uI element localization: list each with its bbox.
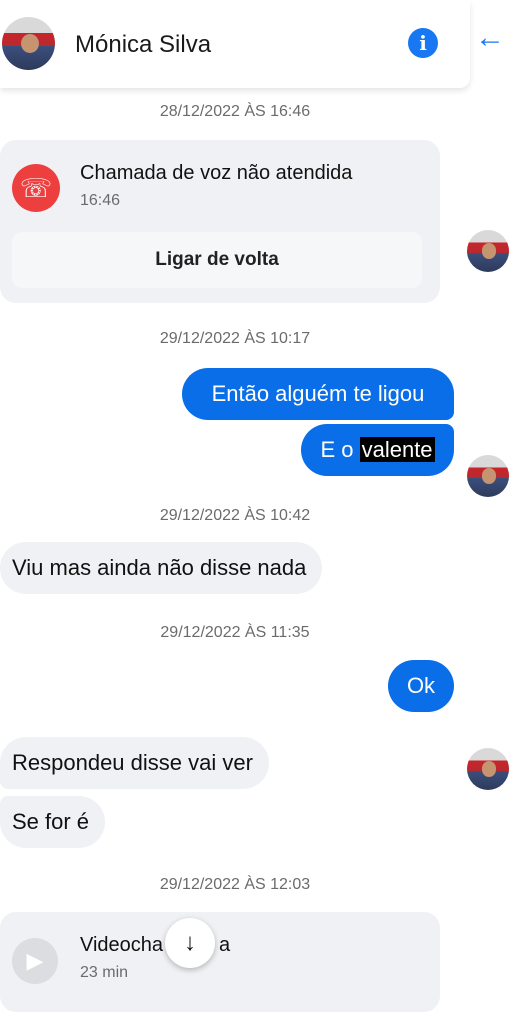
contact-name[interactable]: Mónica Silva	[75, 31, 211, 59]
outgoing-message[interactable]: E o valente	[301, 424, 454, 476]
incoming-message[interactable]: Respondeu disse vai ver	[0, 737, 269, 789]
call-back-button[interactable]: Ligar de volta	[12, 232, 422, 288]
outgoing-message[interactable]: Ok	[388, 660, 454, 712]
incoming-message[interactable]: Se for é	[0, 796, 106, 848]
timestamp: 29/12/2022 ÀS 10:17	[159, 330, 311, 347]
contact-avatar-small	[467, 230, 509, 272]
back-arrow-icon[interactable]: ←	[474, 20, 506, 56]
outgoing-message[interactable]: Então alguém te ligou	[182, 368, 454, 420]
video-call-card[interactable]: ▶ Videocha a 23 min	[0, 912, 440, 1012]
scroll-down-button[interactable]: ↓	[165, 918, 215, 968]
contact-avatar[interactable]	[2, 17, 55, 70]
chat-header: Mónica Silva i	[0, 0, 470, 88]
call-title: Chamada de voz não atendida	[80, 162, 353, 184]
message-text: E o	[320, 437, 360, 462]
timestamp: 29/12/2022 ÀS 12:03	[159, 876, 311, 893]
timestamp: 28/12/2022 ÀS 16:46	[159, 103, 311, 120]
timestamp: 29/12/2022 ÀS 10:42	[159, 507, 311, 524]
read-receipt-avatar	[467, 455, 509, 497]
call-time: 16:46	[80, 192, 121, 209]
missed-call-icon: ☏	[12, 164, 60, 212]
missed-call-card: ☏ Chamada de voz não atendida 16:46 Liga…	[0, 140, 440, 303]
incoming-message[interactable]: Viu mas ainda não disse nada	[0, 542, 323, 594]
selected-text[interactable]: valente	[359, 437, 435, 462]
call-duration: 23 min	[80, 964, 129, 981]
contact-avatar-small	[467, 748, 509, 790]
arrow-down-icon: ↓	[184, 929, 196, 956]
timestamp: 29/12/2022 ÀS 11:35	[160, 624, 310, 641]
info-icon[interactable]: i	[408, 28, 438, 58]
video-call-icon: ▶	[12, 938, 58, 984]
